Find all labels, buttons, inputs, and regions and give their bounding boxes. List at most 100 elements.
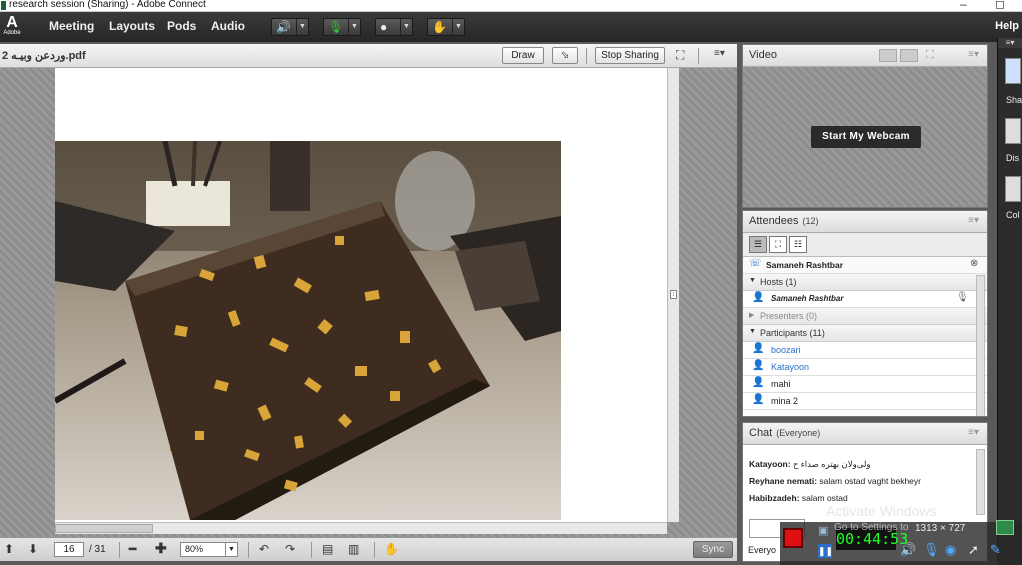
minimize-button[interactable]: – <box>960 0 967 11</box>
pointer-button[interactable]: ⬂ <box>552 47 578 64</box>
rotate-right-icon[interactable]: ↷ <box>285 542 295 556</box>
pod-options-icon[interactable]: ≡▾ <box>968 49 979 60</box>
pen-icon[interactable]: ✎ <box>990 542 1001 558</box>
recording-size: 1313 × 727 <box>915 523 966 534</box>
presenters-group[interactable]: ▶ Presenters (0) <box>743 308 987 325</box>
participant-row[interactable]: 👤 Katayoon <box>743 359 987 376</box>
grid-view-icon[interactable] <box>879 49 897 62</box>
host-row[interactable]: 👤 Samaneh Rashtbar 🎙 <box>743 291 987 308</box>
chat-pod-title: Chat (Everyone) <box>749 427 821 439</box>
breakout-rooms-icon[interactable]: ⛶ <box>769 236 787 253</box>
pointer-icon: ⬂ <box>560 50 570 61</box>
host-name: Samaneh Rashtbar <box>771 294 844 303</box>
chat-message: Katayoon: ولی‌ولان بهتره صداء ح <box>749 459 871 469</box>
menu-help[interactable]: Help <box>995 20 1019 32</box>
start-webcam-button[interactable]: Start My Webcam <box>811 126 921 148</box>
pause-icon[interactable]: ❚❚ <box>818 544 833 558</box>
menu-meeting[interactable]: Meeting <box>49 19 94 33</box>
scroll-grip-icon[interactable]: ⁝ <box>670 290 677 299</box>
webcam-icon[interactable]: ◉ <box>945 542 956 558</box>
participants-group[interactable]: ▼ Participants (11) <box>743 325 987 342</box>
page-total-label: / 31 <box>89 544 106 555</box>
current-user-row[interactable]: ☏ Samaneh Rashtbar ⊗ <box>743 257 987 274</box>
camera-icon[interactable]: ▣ <box>818 524 828 537</box>
video-pod-title: Video <box>749 49 777 61</box>
app-icon <box>1 1 6 10</box>
chat-audience-select[interactable]: Everyo <box>748 545 776 555</box>
participant-row[interactable]: 👤 mina 2 <box>743 393 987 410</box>
share-horizontal-scrollbar[interactable] <box>55 522 667 534</box>
speaker-icon: 🔊 <box>276 20 291 34</box>
sync-button[interactable]: Sync <box>693 541 733 558</box>
share-pod-header: وردعن وبيـه 2.pdf Draw ⬂ Stop Sharing ⛶ … <box>0 44 737 68</box>
hand-tool-icon[interactable]: ✋ <box>384 542 399 556</box>
pod-options-icon[interactable]: ≡▾ <box>968 215 979 226</box>
chevron-down-icon[interactable]: ▼ <box>296 19 308 35</box>
chevron-down-icon[interactable]: ▼ <box>225 543 237 556</box>
page-number-input[interactable]: 16 <box>54 542 84 557</box>
previous-page-icon[interactable]: ⬆ <box>4 542 14 556</box>
attendees-scrollbar[interactable] <box>976 275 985 416</box>
close-icon[interactable]: ⊗ <box>970 258 978 269</box>
chat-scrollbar[interactable] <box>976 449 985 515</box>
stop-sharing-button[interactable]: Stop Sharing <box>595 47 665 64</box>
participant-row[interactable]: 👤 boozari <box>743 342 987 359</box>
attendees-pod-title: Attendees (12) <box>749 215 819 227</box>
fullscreen-icon[interactable]: ⛶ <box>926 49 934 62</box>
pod-options-icon[interactable]: ≡▾ <box>968 427 979 438</box>
menu-layouts[interactable]: Layouts <box>109 19 155 33</box>
dock-menu-icon[interactable]: ≡▾ <box>998 38 1022 48</box>
microphone-button[interactable]: 🎙 ▼ <box>323 18 361 36</box>
right-dock: ≡▾ Sha Dis Col <box>997 38 1022 565</box>
scroll-thumb[interactable] <box>55 524 153 533</box>
phone-icon: ☏ <box>749 258 762 269</box>
share-vertical-scrollbar[interactable]: ⁝ <box>667 68 679 522</box>
zoom-in-icon[interactable]: ✚ <box>155 540 167 557</box>
fit-page-icon[interactable]: ▥ <box>348 542 359 556</box>
chat-message: Reyhane nemati: salam ostad vaght bekhey… <box>749 476 921 486</box>
participant-user-icon: 👤 <box>752 360 765 371</box>
raise-hand-button[interactable]: ✋ ▼ <box>427 18 465 36</box>
participant-user-icon: 👤 <box>752 394 765 405</box>
webcam-icon: ● <box>380 20 388 34</box>
chevron-down-icon: ▼ <box>749 277 756 284</box>
record-stop-button[interactable] <box>783 528 803 548</box>
dock-tab-discussion[interactable] <box>1005 118 1021 144</box>
microphone-icon[interactable]: 🎙 <box>923 542 940 558</box>
draw-button[interactable]: Draw <box>502 47 544 64</box>
cursor-icon[interactable]: ➚ <box>968 542 979 558</box>
hosts-group[interactable]: ▼ Hosts (1) <box>743 274 987 291</box>
dock-tab-share[interactable] <box>1005 58 1021 84</box>
participant-row[interactable]: 👤 mahi <box>743 376 987 393</box>
rotate-left-icon[interactable]: ↶ <box>259 542 269 556</box>
share-document-title: وردعن وبيـه 2.pdf <box>2 50 86 62</box>
current-user-name: Samaneh Rashtbar <box>766 260 843 270</box>
app-menubar: A Adobe Meeting Layouts Pods Audio 🔊 ▼ 🎙… <box>0 12 1022 42</box>
video-pod: Video ⛶ ≡▾ Start My Webcam <box>742 44 988 208</box>
chevron-down-icon[interactable]: ▼ <box>452 19 464 35</box>
next-page-icon[interactable]: ⬇ <box>28 542 38 556</box>
status-view-icon[interactable]: ☷ <box>789 236 807 253</box>
restore-button[interactable]: ◻ <box>995 0 1005 11</box>
menu-pods[interactable]: Pods <box>167 19 196 33</box>
microphone-icon: 🎙 <box>328 20 344 34</box>
fullscreen-icon[interactable]: ⛶ <box>676 48 684 63</box>
speaker-icon[interactable]: 🔊 <box>900 542 916 558</box>
adobe-logo: A Adobe <box>3 14 21 37</box>
chevron-down-icon[interactable]: ▼ <box>348 19 360 35</box>
chat-pod-header: Chat (Everyone) ≡▾ <box>743 423 987 445</box>
single-view-icon[interactable] <box>900 49 918 62</box>
speaker-button[interactable]: 🔊 ▼ <box>271 18 309 36</box>
zoom-select[interactable]: 80% ▼ <box>180 542 238 557</box>
list-view-icon[interactable]: ☰ <box>749 236 767 253</box>
video-pod-header: Video ⛶ ≡▾ <box>743 45 987 67</box>
zoom-out-icon[interactable]: ━ <box>129 542 136 556</box>
menu-audio[interactable]: Audio <box>211 19 245 33</box>
participant-user-icon: 👤 <box>752 343 765 354</box>
chevron-down-icon[interactable]: ▼ <box>400 19 412 35</box>
dock-tab-collaboration[interactable] <box>1005 176 1021 202</box>
green-screen-icon[interactable] <box>996 520 1014 535</box>
pod-options-icon[interactable]: ≡▾ <box>714 48 725 59</box>
webcam-button[interactable]: ● ▼ <box>375 18 413 36</box>
fit-width-icon[interactable]: ▤ <box>322 542 333 556</box>
